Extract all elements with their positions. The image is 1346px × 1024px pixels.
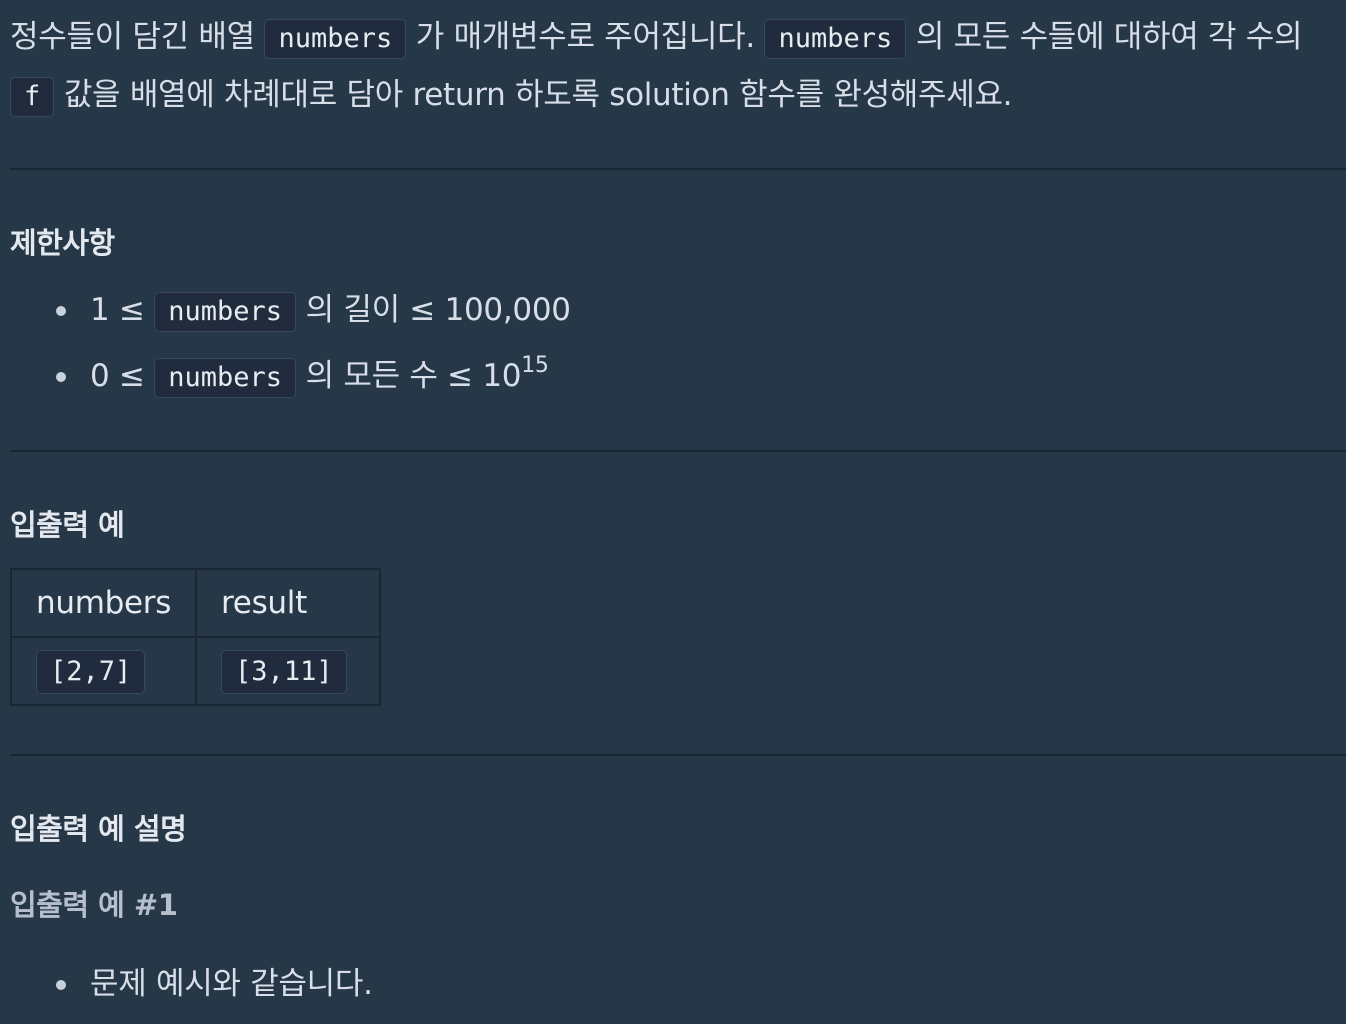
divider bbox=[10, 450, 1346, 452]
divider bbox=[10, 168, 1346, 170]
code-numbers: numbers bbox=[154, 292, 297, 332]
examples-table: numbers result [2,7] [3,11] bbox=[9, 568, 382, 706]
bullet-dot-icon bbox=[56, 980, 66, 990]
list-item: 1 ≤ numbers 의 길이 ≤ 100,000 bbox=[10, 277, 571, 343]
code-numbers: numbers bbox=[264, 19, 407, 59]
column-header-result: result bbox=[195, 568, 382, 638]
description-text-1: 정수들이 담긴 배열 bbox=[10, 19, 255, 55]
code-numbers: numbers bbox=[154, 358, 297, 398]
code-f: f bbox=[10, 77, 55, 117]
cell-code: [3,11] bbox=[221, 649, 347, 694]
bullet-dot-icon bbox=[56, 306, 66, 316]
table-cell: [3,11] bbox=[195, 636, 382, 706]
divider bbox=[10, 754, 1346, 756]
explanation-text: 문제 예시와 같습니다. bbox=[90, 966, 373, 1002]
constraint-suffix: 의 모든 수 ≤ 10 bbox=[305, 358, 522, 394]
constraints-list: 1 ≤ numbers 의 길이 ≤ 100,000 0 ≤ numbers 의… bbox=[10, 277, 571, 409]
explanation-list: 문제 예시와 같습니다. bbox=[10, 951, 373, 1017]
constraint-prefix: 1 ≤ bbox=[90, 292, 145, 328]
constraint-prefix: 0 ≤ bbox=[90, 358, 145, 394]
explanation-heading: 입출력 예 설명 bbox=[10, 812, 187, 846]
cell-code: [2,7] bbox=[36, 649, 146, 694]
constraint-suffix: 의 길이 ≤ 100,000 bbox=[305, 292, 571, 328]
list-item: 0 ≤ numbers 의 모든 수 ≤ 1015 bbox=[10, 343, 571, 409]
description-text-2: 가 매개변수로 주어집니다. bbox=[415, 19, 755, 55]
column-header-numbers: numbers bbox=[9, 568, 198, 638]
description-text-3: 의 모든 수들에 대하여 각 수의 bbox=[915, 19, 1303, 55]
examples-heading: 입출력 예 bbox=[10, 508, 125, 542]
description-text-4: 값을 배열에 차례대로 담아 return 하도록 solution 함수를 완… bbox=[63, 77, 1013, 113]
code-numbers: numbers bbox=[764, 19, 907, 59]
problem-description: 정수들이 담긴 배열 numbers 가 매개변수로 주어집니다. number… bbox=[10, 0, 1346, 125]
problem-content: 정수들이 담긴 배열 numbers 가 매개변수로 주어집니다. number… bbox=[9, 0, 1346, 1002]
example-1-heading: 입출력 예 #1 bbox=[10, 888, 178, 922]
constraint-exponent: 15 bbox=[521, 353, 549, 378]
table-cell: [2,7] bbox=[9, 636, 198, 706]
bullet-dot-icon bbox=[56, 372, 66, 382]
list-item: 문제 예시와 같습니다. bbox=[10, 951, 373, 1017]
table-header-row: numbers result bbox=[9, 568, 382, 638]
table-row: [2,7] [3,11] bbox=[9, 636, 382, 706]
constraints-heading: 제한사항 bbox=[10, 226, 115, 260]
